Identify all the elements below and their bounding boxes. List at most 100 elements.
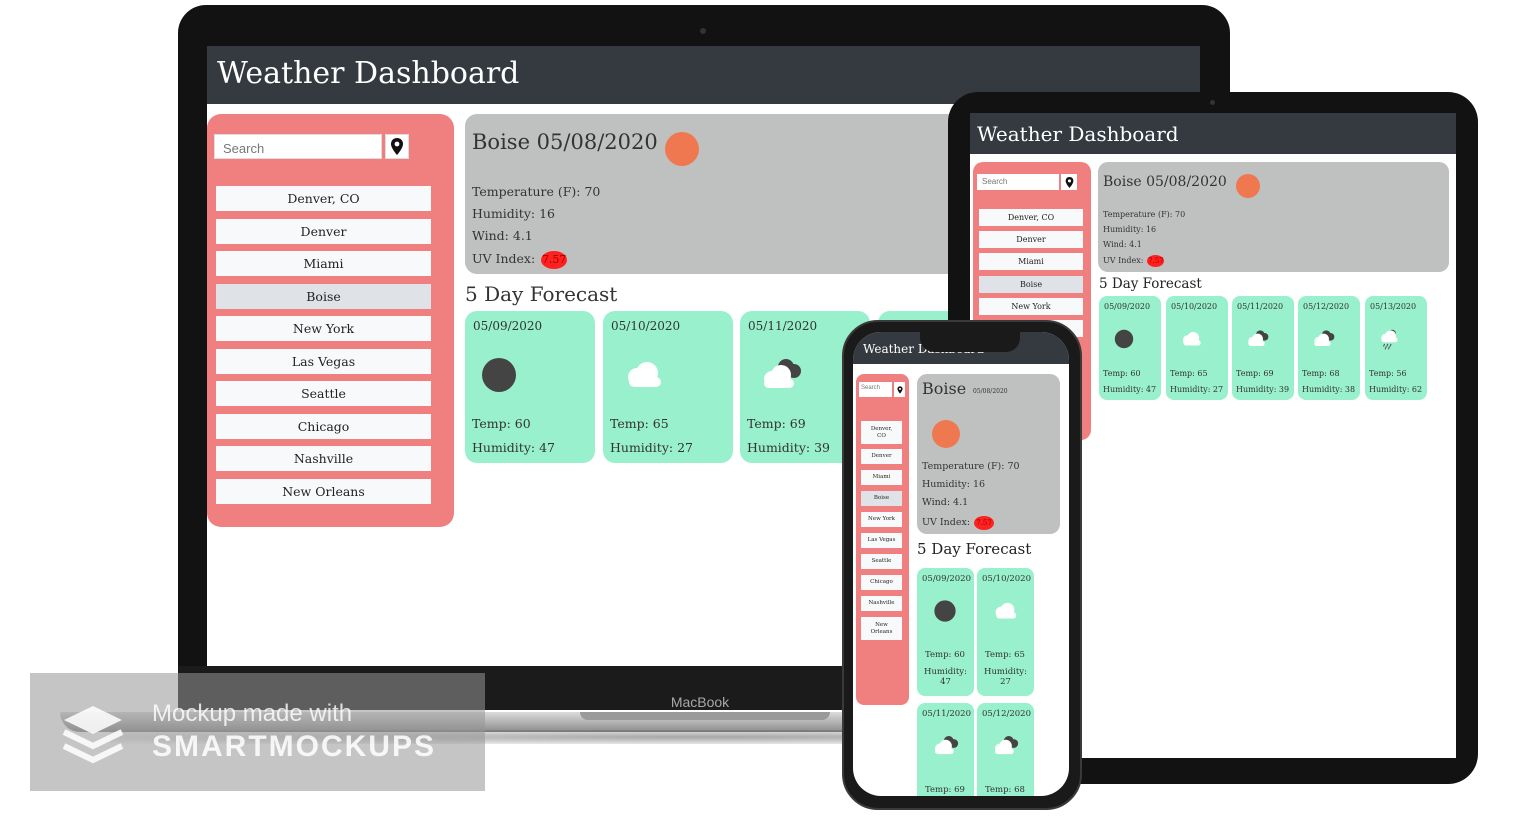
forecast-humidity: Humidity: 27 bbox=[983, 667, 1028, 687]
location-search-button[interactable] bbox=[385, 134, 409, 159]
forecast-humidity-label: Humidity: bbox=[924, 667, 967, 677]
map-pin-icon bbox=[391, 138, 403, 155]
city-button[interactable]: New York bbox=[216, 316, 431, 341]
city-button[interactable]: Chicago bbox=[216, 414, 431, 439]
city-button[interactable]: New Orleans bbox=[216, 479, 431, 504]
forecast-date: 05/10/2020 bbox=[611, 319, 681, 333]
sun-icon bbox=[932, 420, 960, 448]
city-button[interactable]: Miami bbox=[979, 253, 1083, 270]
city-button[interactable]: Las Vegas bbox=[216, 349, 431, 374]
forecast-humidity: Humidity: 27 bbox=[1170, 385, 1224, 394]
cloudy-night-icon bbox=[995, 736, 1019, 755]
current-city-date: Boise 05/08/2020 bbox=[1103, 174, 1227, 190]
uv-label: UV Index: bbox=[922, 517, 971, 528]
city-button-selected[interactable]: Boise bbox=[216, 284, 431, 309]
layers-logo-icon bbox=[62, 706, 124, 764]
city-button[interactable]: Miami bbox=[861, 470, 902, 485]
forecast-card: 05/10/2020 Temp: 65 Humidity: 27 bbox=[603, 311, 733, 463]
forecast-humidity: Humidity: 38 bbox=[1302, 385, 1356, 394]
cloud-icon bbox=[995, 602, 1017, 619]
forecast-date: 05/09/2020 bbox=[1104, 302, 1151, 311]
city-button[interactable]: Nashville bbox=[861, 596, 902, 611]
forecast-humidity: Humidity: 39 bbox=[747, 440, 830, 455]
forecast-humidity: Humidity: 47 bbox=[923, 667, 968, 687]
forecast-temp: Temp: 60 bbox=[1103, 369, 1141, 378]
uv-badge: 7.57 bbox=[541, 251, 568, 269]
moon-icon bbox=[482, 358, 516, 392]
forecast-temp: Temp: 56 bbox=[1369, 369, 1407, 378]
forecast-card: 05/10/2020 Temp: 65 Humidity: 27 bbox=[1166, 296, 1228, 400]
forecast-temp: Temp: 69 bbox=[1236, 369, 1274, 378]
cloudy-night-icon bbox=[1314, 330, 1335, 347]
current-humidity: Humidity: 16 bbox=[922, 479, 986, 490]
city-button[interactable]: Denver, CO bbox=[861, 421, 902, 444]
forecast-card: 05/12/2020 Temp: 68 Humidity: 38 bbox=[1298, 296, 1360, 400]
forecast-temp: Temp: 65 bbox=[985, 650, 1025, 660]
city-button[interactable]: Chicago bbox=[861, 575, 902, 590]
forecast-card: 05/09/2020 Temp: 60 Humidity: 47 bbox=[465, 311, 595, 463]
forecast-date: 05/11/2020 bbox=[748, 319, 818, 333]
current-uv: UV Index: 7.57 bbox=[922, 516, 995, 530]
location-search-button[interactable] bbox=[894, 382, 905, 397]
city-button[interactable]: Seattle bbox=[216, 381, 431, 406]
current-temperature: Temperature (F): 70 bbox=[472, 184, 601, 199]
forecast-date: 05/11/2020 bbox=[1237, 302, 1284, 311]
city-button[interactable]: Seattle bbox=[861, 554, 902, 569]
forecast-humidity: Humidity: 27 bbox=[610, 440, 693, 455]
forecast-card: 05/12/2020 Temp: 68 bbox=[977, 703, 1034, 796]
forecast-humidity: Humidity: 47 bbox=[472, 440, 555, 455]
city-button[interactable]: New York bbox=[861, 512, 902, 527]
laptop-brand-label: MacBook bbox=[670, 694, 730, 710]
forecast-date: 05/10/2020 bbox=[982, 574, 1031, 584]
city-button[interactable]: Las Vegas bbox=[861, 533, 902, 548]
laptop-notch bbox=[580, 712, 830, 720]
city-button[interactable]: Denver, CO bbox=[979, 209, 1083, 226]
rain-icon bbox=[1381, 329, 1398, 350]
city-button[interactable]: Nashville bbox=[216, 446, 431, 471]
current-city: Boise bbox=[922, 379, 967, 398]
moon-icon bbox=[934, 600, 956, 622]
forecast-temp: Temp: 60 bbox=[925, 650, 965, 660]
forecast-card: 05/11/2020 Temp: 69 Humidity: 39 bbox=[1232, 296, 1294, 400]
city-button[interactable]: Miami bbox=[216, 251, 431, 276]
current-weather-card: Boise 05/08/2020 Temperature (F): 70 Hum… bbox=[917, 374, 1060, 534]
city-button[interactable]: Denver, CO bbox=[216, 186, 431, 211]
forecast-title: 5 Day Forecast bbox=[917, 540, 1032, 558]
sun-icon bbox=[665, 132, 699, 166]
current-humidity: Humidity: 16 bbox=[472, 206, 555, 221]
forecast-date: 05/11/2020 bbox=[922, 709, 971, 719]
page-title: Weather Dashboard bbox=[977, 122, 1179, 146]
forecast-temp: Temp: 65 bbox=[1170, 369, 1208, 378]
search-input[interactable]: Search bbox=[859, 382, 892, 397]
uv-badge: 7.57 bbox=[1147, 255, 1165, 267]
city-button[interactable]: New York bbox=[979, 298, 1083, 315]
city-button[interactable]: New Orleans bbox=[861, 617, 902, 640]
forecast-temp: Temp: 69 bbox=[747, 416, 806, 431]
forecast-humidity: Humidity: 39 bbox=[1236, 385, 1290, 394]
search-input[interactable]: Search bbox=[977, 174, 1059, 190]
search-input[interactable]: Search bbox=[214, 134, 382, 159]
forecast-humidity-label: Humidity: bbox=[984, 667, 1027, 677]
forecast-date: 05/09/2020 bbox=[473, 319, 543, 333]
forecast-date: 05/12/2020 bbox=[982, 709, 1031, 719]
current-temperature: Temperature (F): 70 bbox=[922, 461, 1020, 472]
current-wind: Wind: 4.1 bbox=[1103, 240, 1142, 249]
forecast-humidity: Humidity: 47 bbox=[1103, 385, 1157, 394]
city-button-selected[interactable]: Boise bbox=[979, 276, 1083, 293]
page-title: Weather Dashboard bbox=[217, 56, 520, 91]
forecast-date: 05/12/2020 bbox=[1303, 302, 1350, 311]
forecast-card: 05/09/2020 Temp: 60 Humidity: 47 bbox=[1099, 296, 1161, 400]
map-pin-icon bbox=[1065, 176, 1073, 188]
forecast-title: 5 Day Forecast bbox=[465, 282, 618, 306]
forecast-card: 05/11/2020 Temp: 69 bbox=[917, 703, 974, 796]
city-button[interactable]: Denver bbox=[979, 231, 1083, 248]
current-wind: Wind: 4.1 bbox=[472, 228, 533, 243]
city-button[interactable]: Denver bbox=[861, 449, 902, 464]
city-button-selected[interactable]: Boise bbox=[861, 491, 902, 506]
forecast-temp: Temp: 65 bbox=[610, 416, 669, 431]
cloud-icon bbox=[1182, 331, 1201, 346]
current-weather-card: Boise 05/08/2020 Temperature (F): 70 Hum… bbox=[1098, 162, 1449, 272]
cloudy-night-icon bbox=[1248, 330, 1269, 347]
location-search-button[interactable] bbox=[1061, 174, 1077, 190]
city-button[interactable]: Denver bbox=[216, 219, 431, 244]
